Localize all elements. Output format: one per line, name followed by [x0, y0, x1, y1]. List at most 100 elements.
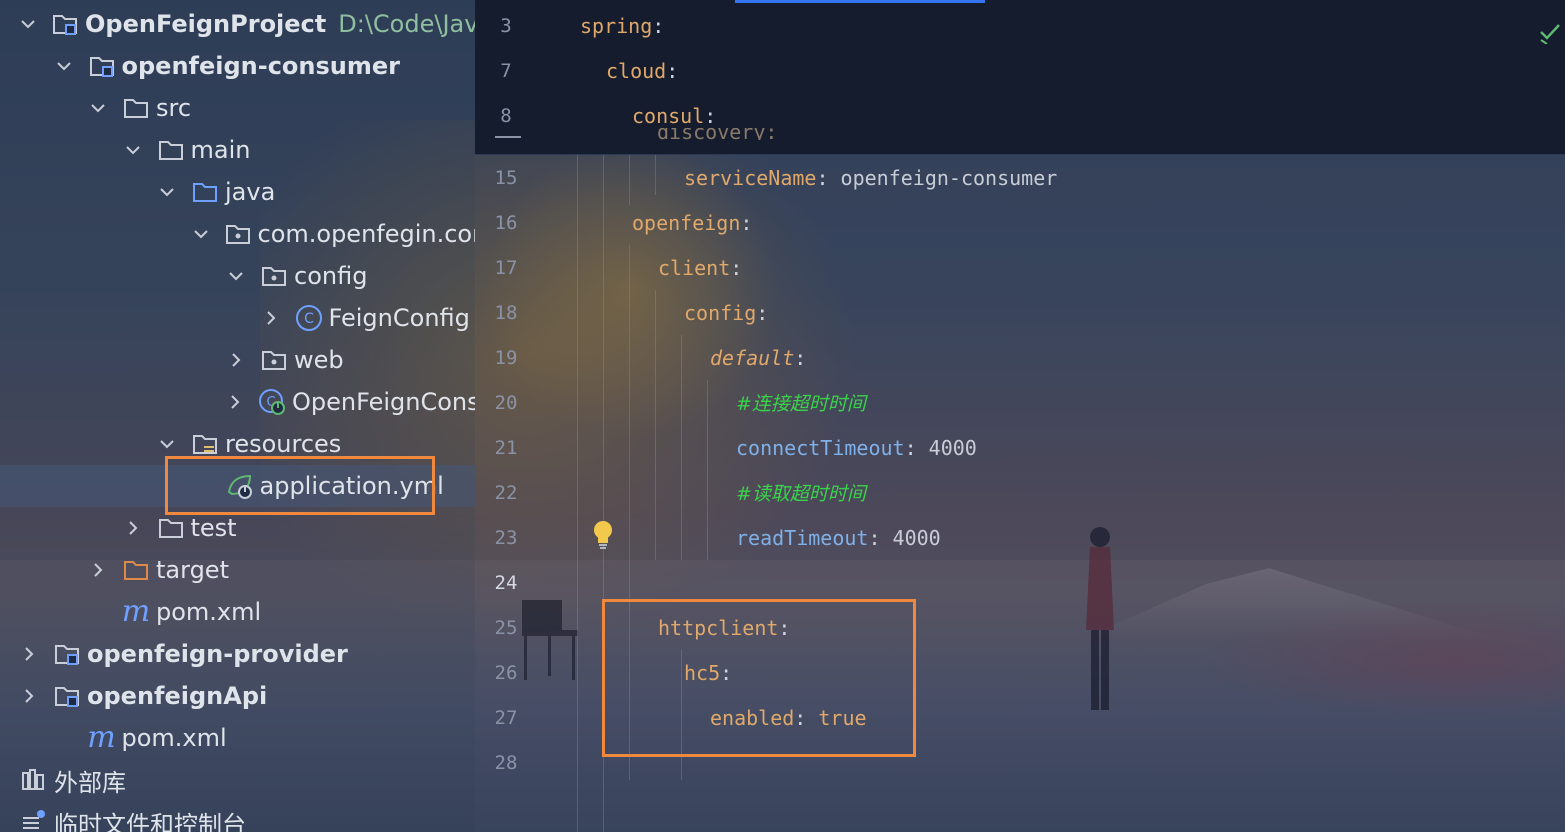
code-text: connectTimeout: 4000: [736, 436, 977, 460]
chevron-down-icon[interactable]: [54, 56, 74, 76]
line-number: 18: [494, 301, 518, 324]
yaml-colon: :: [704, 103, 717, 128]
tree-item[interactable]: test: [0, 507, 475, 549]
tree-item[interactable]: m pom.xml: [0, 717, 475, 759]
code-line[interactable]: 8 consul:: [475, 93, 1565, 138]
code-line[interactable]: 21 connectTimeout: 4000: [475, 425, 1565, 470]
tree-item[interactable]: COpenFeignConsun: [0, 381, 475, 423]
tree-item-label: application.yml: [259, 472, 444, 500]
code-line[interactable]: 27 enabled: true: [475, 695, 1565, 740]
tree-item-label: resources: [225, 430, 342, 458]
chevron-right-icon[interactable]: [88, 560, 108, 580]
tree-item[interactable]: openfeign-consumer: [0, 45, 475, 87]
tree-item[interactable]: application.yml: [0, 465, 475, 507]
tree-item[interactable]: openfeign-provider: [0, 633, 475, 675]
yaml-key: cloud: [606, 58, 667, 83]
maven-icon: m: [121, 594, 151, 629]
tree-item-label: target: [156, 556, 229, 584]
code-line[interactable]: 17 client:: [475, 245, 1565, 290]
tree-item-label: 临时文件和控制台: [54, 810, 246, 832]
chevron-down-icon[interactable]: [19, 14, 37, 34]
partially-hidden-line-number: [495, 136, 521, 140]
code-line[interactable]: 28: [475, 740, 1565, 785]
code-line[interactable]: 3 spring:: [475, 3, 1565, 48]
code-text: #读取超时时间: [736, 479, 866, 506]
tree-item[interactable]: src: [0, 87, 475, 129]
line-number: 27: [494, 706, 518, 729]
tree-item[interactable]: C FeignConfig: [0, 297, 475, 339]
line-number: 15: [494, 166, 518, 189]
yaml-colon: :: [720, 660, 733, 685]
code-line[interactable]: 7 cloud:: [475, 48, 1565, 93]
line-number: 24: [494, 571, 518, 594]
chevron-right-icon[interactable]: [19, 644, 39, 664]
yaml-comment: #读取超时时间: [736, 483, 866, 505]
tree-item-label: pom.xml: [121, 724, 227, 752]
chevron-down-icon[interactable]: [157, 182, 177, 202]
tree-item[interactable]: target: [0, 549, 475, 591]
code-text: openfeign:: [632, 211, 752, 235]
code-text: default:: [710, 346, 806, 370]
chevron-down-icon[interactable]: [88, 98, 108, 118]
code-line[interactable]: 15 serviceName: openfeign-consumer: [475, 155, 1565, 200]
code-line[interactable]: 26 hc5:: [475, 650, 1565, 695]
inspection-ok-icon[interactable]: [1538, 20, 1562, 44]
line-number: 22: [494, 481, 518, 504]
yaml-colon: :: [740, 210, 753, 235]
tree-item[interactable]: 外部库: [0, 759, 475, 801]
tree-item[interactable]: web: [0, 339, 475, 381]
line-number: 7: [500, 59, 512, 82]
tree-item-label: OpenFeignProject: [85, 10, 327, 38]
code-line[interactable]: 16 openfeign:: [475, 200, 1565, 245]
yaml-colon: :: [666, 58, 679, 83]
chevron-right-icon[interactable]: [123, 518, 143, 538]
code-text: serviceName: openfeign-consumer: [684, 166, 1057, 190]
yaml-key: openfeign: [632, 210, 741, 235]
code-line[interactable]: 23 readTimeout: 4000: [475, 515, 1565, 560]
module-folder-icon: [51, 10, 79, 38]
yaml-colon: :: [778, 615, 791, 640]
yaml-key: enabled: [710, 705, 795, 730]
tree-item-label: 外部库: [54, 768, 126, 797]
code-line[interactable]: 19 default:: [475, 335, 1565, 380]
tree-item-label: openfeign-consumer: [121, 52, 401, 80]
tree-item[interactable]: 临时文件和控制台: [0, 801, 475, 832]
code-text: consul:: [632, 104, 716, 128]
code-line[interactable]: 18 config:: [475, 290, 1565, 335]
folder-icon: [157, 136, 185, 164]
chevron-down-icon[interactable]: [192, 224, 210, 244]
yaml-key: consul: [632, 103, 705, 128]
code-line[interactable]: 20 #连接超时时间: [475, 380, 1565, 425]
chevron-down-icon[interactable]: [157, 434, 177, 454]
yaml-value: 4000: [928, 435, 977, 460]
code-line[interactable]: 25 httpclient:: [475, 605, 1565, 650]
tree-item[interactable]: m pom.xml: [0, 591, 475, 633]
code-line[interactable]: 24: [475, 560, 1565, 605]
tree-item-label: src: [156, 94, 192, 122]
tree-item[interactable]: openfeignApi: [0, 675, 475, 717]
chevron-right-icon[interactable]: [226, 392, 244, 412]
code-line[interactable]: 22 #读取超时时间: [475, 470, 1565, 515]
tree-item[interactable]: config: [0, 255, 475, 297]
chevron-down-icon[interactable]: [226, 266, 246, 286]
tree-item[interactable]: OpenFeignProject D:\Code\JavaCod: [0, 3, 475, 45]
tree-item[interactable]: main: [0, 129, 475, 171]
tree-item[interactable]: resources: [0, 423, 475, 465]
line-number: 3: [500, 14, 512, 37]
module-folder-icon: [53, 640, 81, 668]
code-text: #连接超时时间: [736, 389, 866, 416]
chevron-down-icon[interactable]: [123, 140, 143, 160]
chevron-right-icon[interactable]: [19, 686, 39, 706]
chevron-right-icon[interactable]: [261, 308, 281, 328]
lightbulb-icon[interactable]: [592, 520, 614, 550]
tree-item[interactable]: java: [0, 171, 475, 213]
chevron-right-icon[interactable]: [226, 350, 246, 370]
class-icon: C: [295, 304, 323, 332]
partially-hidden-line: discovery:: [657, 128, 778, 140]
yaml-key: connectTimeout: [736, 435, 905, 460]
tree-item[interactable]: com.openfegin.consu: [0, 213, 475, 255]
tree-item-label: openfeignApi: [87, 682, 268, 710]
code-text: enabled: true: [710, 706, 867, 730]
